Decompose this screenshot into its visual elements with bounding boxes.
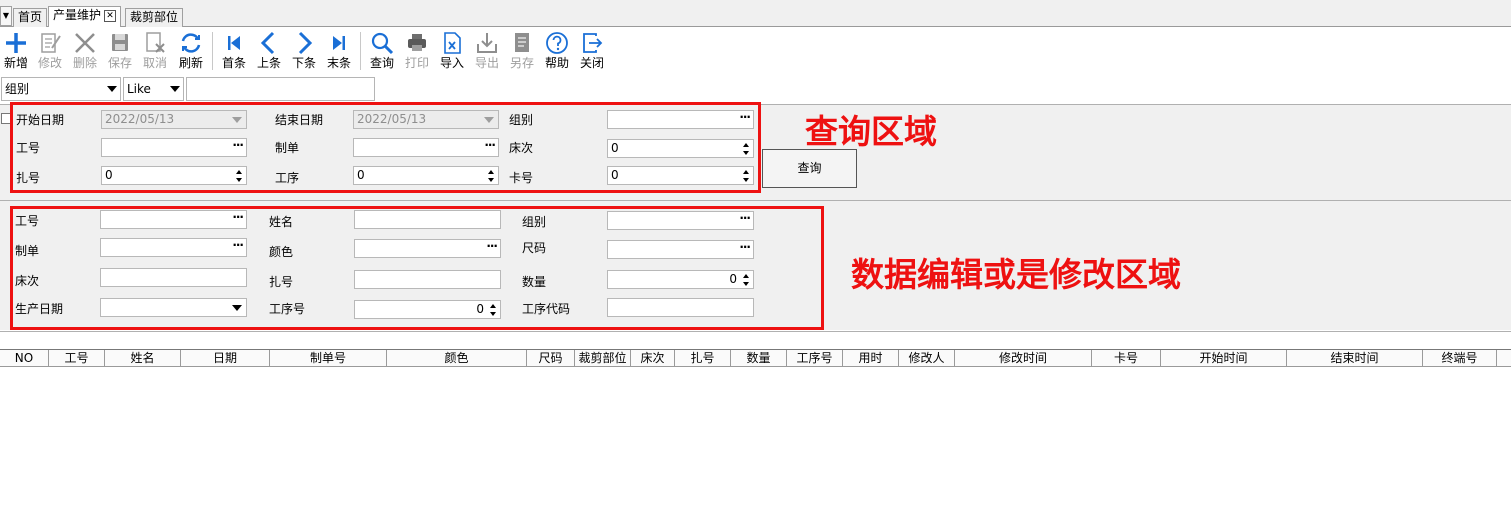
col-name[interactable]: 姓名 [105,350,181,367]
help-icon [546,32,568,54]
help-button-label: 帮助 [544,56,569,70]
save-button[interactable]: 保存 [104,30,136,72]
save-as-icon [515,33,529,52]
filter-row: 组别 Like [0,75,1511,103]
save-icon [112,34,128,51]
next-record-button-label: 下条 [291,56,316,70]
export-icon [477,33,497,53]
filter-value-input[interactable] [186,77,375,101]
toolbar-separator [212,32,213,70]
first-record-button[interactable]: 首条 [218,30,250,72]
close-button[interactable]: 关闭 [576,30,608,72]
edit-panel: 工号 ··· 姓名 组别 ··· 制单 ··· 颜色 ··· 尺码 ··· 床次… [0,201,1511,330]
tab-cutting-parts-label: 裁剪部位 [130,10,179,24]
previous-record-button-label: 上条 [256,56,281,70]
add-button[interactable]: 新增 [0,30,32,72]
tab-menu-arrow-icon[interactable]: ▼ [0,6,12,26]
first-record-icon [228,36,240,50]
cancel-button[interactable]: 取消 [139,30,171,72]
col-terminal-no[interactable]: 终端号 [1423,350,1497,367]
filter-operator-value: Like [127,82,151,96]
filter-field-select[interactable]: 组别 [1,77,121,101]
import-button-label: 导入 [439,56,464,70]
plus-icon [6,33,26,53]
col-start-time[interactable]: 开始时间 [1161,350,1287,367]
tab-close-icon[interactable]: ✕ [104,9,117,22]
col-modified-by[interactable]: 修改人 [899,350,955,367]
col-color[interactable]: 颜色 [387,350,527,367]
chevron-down-icon [170,86,180,92]
previous-record-button[interactable]: 上条 [253,30,285,72]
chevron-down-icon [107,86,117,92]
last-record-icon [333,36,345,50]
import-button[interactable]: 导入 [436,30,468,72]
tab-home-label: 首页 [18,10,43,24]
last-record-button[interactable]: 末条 [323,30,355,72]
last-record-button-label: 末条 [326,56,351,70]
col-no[interactable]: NO [0,350,49,367]
export-button[interactable]: 导出 [471,30,503,72]
grid-header: NO 工号 姓名 日期 制单号 颜色 尺码 裁剪部位 床次 扎号 数量 工序号 … [0,349,1511,367]
edit-button-label: 修改 [37,56,62,70]
next-record-button[interactable]: 下条 [288,30,320,72]
close-icon [583,33,603,53]
col-date[interactable]: 日期 [181,350,270,367]
col-bundle[interactable]: 扎号 [675,350,731,367]
previous-record-icon [260,31,275,55]
refresh-button[interactable]: 刷新 [175,30,207,72]
cancel-button-label: 取消 [142,56,167,70]
grid-body[interactable] [0,368,1511,509]
filter-field-value: 组别 [5,82,30,96]
toolbar: 新增 修改 删除 保存 取消 刷新 首条 上条 下条 末条 查询 打印 导入 导… [0,28,1511,74]
filter-operator-select[interactable]: Like [123,77,184,101]
col-order-no[interactable]: 制单号 [270,350,387,367]
cancel-icon [146,32,165,53]
edit-icon [41,33,61,53]
col-time-used[interactable]: 用时 [843,350,899,367]
col-process-no[interactable]: 工序号 [787,350,843,367]
search-button[interactable]: 查询 [366,30,398,72]
save-as-button-label: 另存 [509,56,534,70]
col-worker[interactable]: 工号 [49,350,105,367]
help-button[interactable]: 帮助 [541,30,573,72]
tab-production-maintenance-label: 产量维护 [53,8,102,22]
refresh-button-label: 刷新 [178,56,203,70]
refresh-icon [181,33,201,53]
col-size[interactable]: 尺码 [527,350,575,367]
col-modified-time[interactable]: 修改时间 [955,350,1092,367]
tab-strip: ▼ 首页 产量维护 ✕ 裁剪部位 [0,0,1511,27]
col-bed[interactable]: 床次 [631,350,675,367]
query-area-annotation: 查询区域 [805,112,937,151]
import-icon [444,32,461,54]
print-button[interactable]: 打印 [401,30,433,72]
col-end-time[interactable]: 结束时间 [1287,350,1423,367]
tab-cutting-parts[interactable]: 裁剪部位 [125,8,184,27]
search-button-label: 查询 [369,56,394,70]
export-button-label: 导出 [474,56,499,70]
next-record-icon [298,31,313,55]
edit-area-annotation: 数据编辑或是修改区域 [851,255,1181,294]
query-area-highlight [10,102,761,193]
query-panel: 开始日期 2022/05/13 结束日期 2022/05/13 组别 ··· 工… [0,102,1511,200]
edit-area-highlight [10,206,824,330]
delete-button-label: 删除 [72,56,97,70]
search-icon [371,32,394,55]
query-submit-button[interactable]: 查询 [762,149,857,188]
print-button-label: 打印 [404,56,429,70]
col-quantity[interactable]: 数量 [731,350,787,367]
delete-icon [75,33,95,53]
tab-home[interactable]: 首页 [13,8,48,27]
toolbar-separator [360,32,361,70]
save-as-button[interactable]: 另存 [506,30,538,72]
close-button-label: 关闭 [579,56,604,70]
print-icon [408,34,426,51]
delete-button[interactable]: 删除 [69,30,101,72]
first-record-button-label: 首条 [221,56,246,70]
col-card-no[interactable]: 卡号 [1092,350,1161,367]
divider [0,331,1511,332]
edit-button[interactable]: 修改 [34,30,66,72]
save-button-label: 保存 [107,56,132,70]
tab-production-maintenance[interactable]: 产量维护 ✕ [48,6,122,27]
col-cutting-part[interactable]: 裁剪部位 [575,350,631,367]
